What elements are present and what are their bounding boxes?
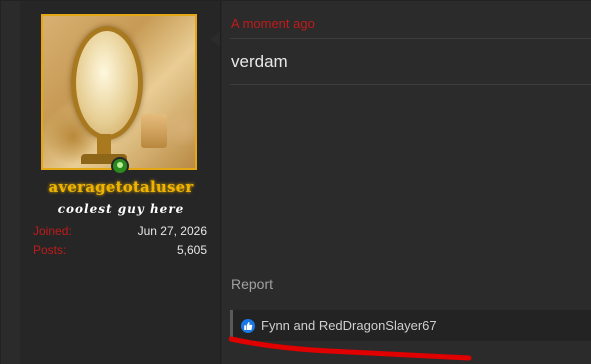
posts-value: 5,605 <box>176 243 207 257</box>
message-divider <box>230 84 591 85</box>
joined-value: Jun 27, 2026 <box>137 224 207 238</box>
header-divider <box>230 38 591 39</box>
username-link[interactable]: averagetotaluser <box>20 178 222 196</box>
avatar-bottle-shape <box>141 114 167 148</box>
avatar-mirror-shape <box>71 26 143 140</box>
posts-label: Posts: <box>33 243 67 257</box>
joined-label: Joined: <box>33 224 72 238</box>
online-status-icon <box>111 157 129 175</box>
user-avatar[interactable] <box>41 14 197 170</box>
user-title: coolest guy here <box>57 202 185 216</box>
message-body: verdam <box>231 52 288 71</box>
red-underline-annotation <box>229 336 472 361</box>
message-arrow-icon <box>210 31 220 47</box>
report-link[interactable]: Report <box>231 276 273 292</box>
column-divider <box>220 1 221 364</box>
post-container: averagetotaluser coolest guy here Joined… <box>0 0 591 364</box>
post-timestamp-link[interactable]: A moment ago <box>231 16 315 31</box>
